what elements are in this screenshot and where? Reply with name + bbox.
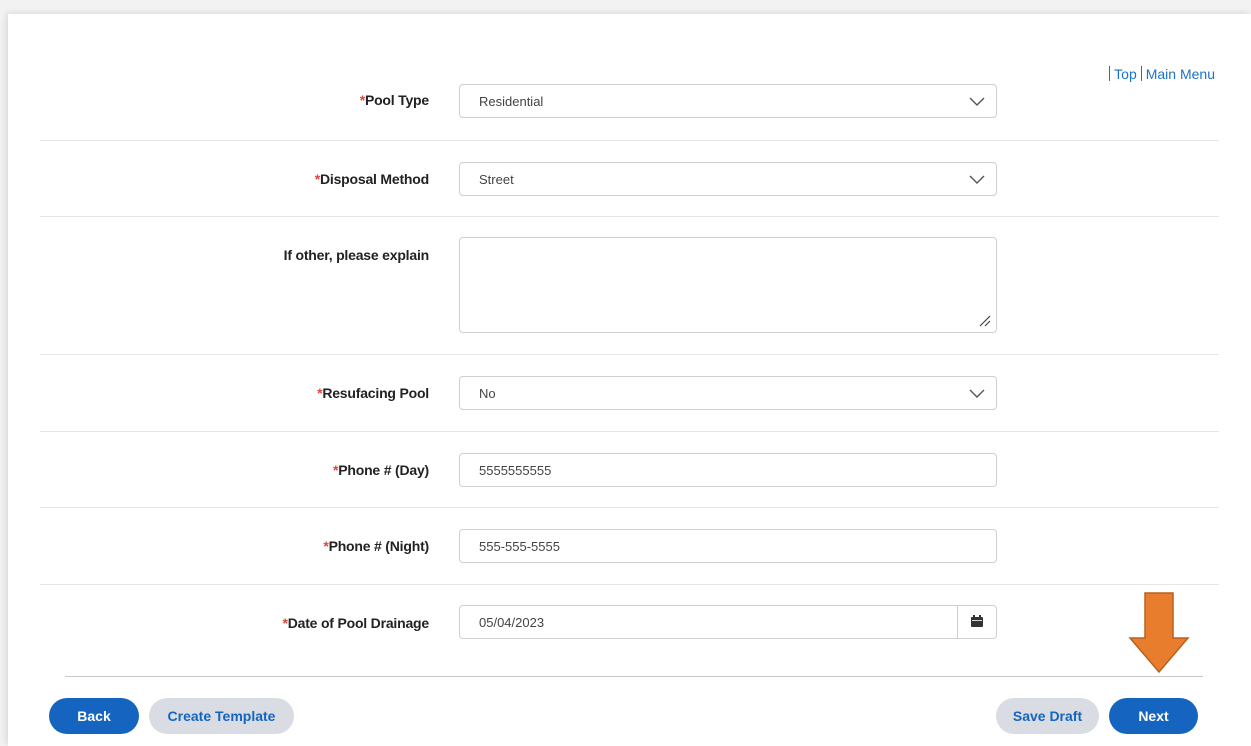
calendar-button[interactable] (957, 606, 996, 638)
drainage-date-label: *Date of Pool Drainage (49, 615, 429, 631)
disposal-method-value: Street (479, 172, 514, 187)
save-draft-button[interactable]: Save Draft (996, 698, 1099, 734)
disposal-method-label-text: Disposal Method (319, 171, 429, 187)
other-explain-label: If other, please explain (49, 247, 430, 263)
drainage-date-value: 05/04/2023 (479, 615, 545, 630)
phone-day-value: 5555555555 (479, 463, 552, 478)
chevron-down-icon (969, 389, 985, 398)
phone-night-input[interactable]: 555-555-5555 (459, 529, 997, 563)
down-arrow-annotation (1128, 592, 1190, 674)
row-divider (40, 354, 1219, 355)
row-divider (40, 431, 1219, 432)
pool-type-select[interactable]: Residential (459, 84, 997, 118)
other-explain-textarea[interactable] (459, 237, 997, 333)
row-divider (40, 507, 1219, 508)
create-template-button[interactable]: Create Template (149, 698, 294, 734)
phone-night-value: 555-555-5555 (479, 539, 560, 554)
pool-type-value: Residential (479, 94, 544, 109)
footer-divider (65, 676, 1203, 677)
calendar-icon (971, 615, 983, 627)
chevron-down-icon (969, 175, 985, 184)
phone-night-label-text: Phone # (Night) (328, 538, 430, 554)
resurfacing-pool-value: No (479, 386, 496, 401)
row-divider (40, 584, 1219, 585)
pool-type-label-text: Pool Type (364, 92, 429, 108)
chevron-down-icon (969, 97, 985, 106)
phone-day-label-text: Phone # (Day) (338, 462, 429, 478)
next-button[interactable]: Next (1109, 698, 1198, 734)
top-links: Top Main Menu (1105, 66, 1215, 82)
disposal-method-select[interactable]: Street (459, 162, 997, 196)
phone-day-label: *Phone # (Day) (49, 462, 429, 478)
resize-handle-icon[interactable] (979, 315, 991, 327)
resurfacing-pool-select[interactable]: No (459, 376, 997, 410)
top-link[interactable]: Top (1114, 66, 1137, 82)
pool-type-label: *Pool Type (49, 92, 430, 108)
resurfacing-pool-label: *Resufacing Pool (49, 385, 429, 401)
back-button[interactable]: Back (49, 698, 139, 734)
phone-night-label: *Phone # (Night) (49, 538, 429, 554)
drainage-date-input[interactable]: 05/04/2023 (459, 605, 997, 639)
row-divider (40, 140, 1219, 141)
resurfacing-pool-label-text: Resufacing Pool (322, 385, 429, 401)
link-separator (1140, 66, 1142, 81)
disposal-method-label: *Disposal Method (49, 171, 429, 187)
main-menu-link[interactable]: Main Menu (1146, 66, 1215, 82)
other-explain-label-text: If other, please explain (283, 247, 430, 263)
drainage-date-label-text: Date of Pool Drainage (287, 615, 429, 631)
row-divider (40, 216, 1219, 217)
phone-day-input[interactable]: 5555555555 (459, 453, 997, 487)
link-separator (1109, 66, 1111, 81)
